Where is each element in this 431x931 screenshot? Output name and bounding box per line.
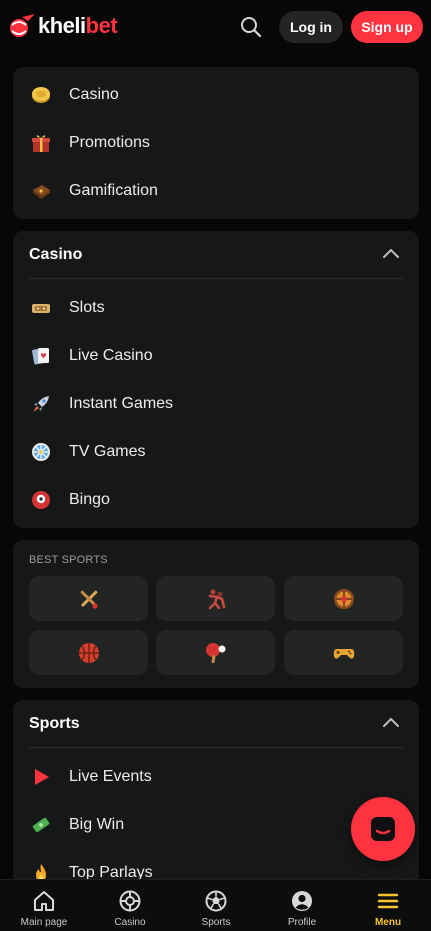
menu-item-live-events[interactable]: Live Events bbox=[13, 753, 419, 801]
nav-profile[interactable]: Profile bbox=[259, 880, 345, 931]
slot-ticket-icon bbox=[30, 297, 52, 319]
brand-logo[interactable]: khelibet bbox=[8, 13, 118, 39]
bottom-navigation: Main page Casino Sports Profile Menu bbox=[0, 879, 431, 931]
main-menu-card: Casino Promotions Gamification bbox=[13, 67, 419, 219]
play-triangle-icon bbox=[30, 766, 52, 788]
menu-item-live-casino[interactable]: Live Casino bbox=[13, 332, 419, 380]
sport-tile-basketball[interactable] bbox=[29, 630, 148, 675]
basketball-emblem-icon bbox=[333, 588, 354, 609]
menu-item-slots[interactable]: Slots bbox=[13, 284, 419, 332]
roulette-icon bbox=[118, 889, 142, 913]
bingo-ball-icon bbox=[30, 489, 52, 511]
sport-tile-cricket[interactable] bbox=[29, 576, 148, 621]
gift-box-icon bbox=[30, 132, 52, 154]
table-tennis-icon bbox=[205, 642, 225, 663]
cricket-icon bbox=[80, 590, 98, 609]
divider bbox=[29, 278, 403, 279]
brand-name: khelibet bbox=[38, 13, 118, 38]
sports-section-card: Sports Live Events Big Win Top Parlays bbox=[13, 700, 419, 900]
gold-coin-icon bbox=[30, 84, 52, 106]
wrestling-icon bbox=[208, 589, 225, 609]
sport-tile-table-tennis[interactable] bbox=[156, 630, 275, 675]
best-sports-label: BEST SPORTS bbox=[29, 554, 108, 566]
sport-tile-wrestling[interactable] bbox=[156, 576, 275, 621]
soccer-ball-icon bbox=[204, 889, 228, 913]
menu-item-instant-games[interactable]: Instant Games bbox=[13, 380, 419, 428]
menu-item-promotions[interactable]: Promotions bbox=[13, 119, 419, 167]
top-header: khelibet Log in Sign up bbox=[0, 0, 431, 56]
nav-main-page[interactable]: Main page bbox=[1, 880, 87, 931]
chevron-up-icon[interactable] bbox=[383, 717, 399, 727]
wheel-icon bbox=[30, 441, 52, 463]
logo-ball-icon bbox=[10, 14, 35, 37]
basketball-icon bbox=[78, 642, 99, 663]
signup-button[interactable]: Sign up bbox=[351, 11, 423, 43]
login-button[interactable]: Log in bbox=[279, 11, 343, 43]
casino-section-card: Casino Slots Live Casino Instant Games T… bbox=[13, 231, 419, 528]
playing-cards-icon bbox=[30, 345, 52, 367]
nav-sports[interactable]: Sports bbox=[173, 880, 259, 931]
sports-section-header[interactable]: Sports bbox=[13, 700, 419, 748]
chat-icon bbox=[371, 817, 395, 841]
section-title: Sports bbox=[29, 715, 80, 732]
menu-item-gamification[interactable]: Gamification bbox=[13, 167, 419, 215]
divider bbox=[29, 747, 403, 748]
chat-support-button[interactable] bbox=[351, 797, 415, 861]
hamburger-icon bbox=[376, 889, 400, 913]
money-icon bbox=[30, 814, 52, 836]
best-sports-card: BEST SPORTS bbox=[13, 540, 419, 688]
sport-tile-esports[interactable] bbox=[284, 630, 403, 675]
nav-casino[interactable]: Casino bbox=[87, 880, 173, 931]
profile-icon bbox=[290, 889, 314, 913]
sport-tile-basketball-emblem[interactable] bbox=[284, 576, 403, 621]
menu-item-bingo[interactable]: Bingo bbox=[13, 476, 419, 524]
nav-menu[interactable]: Menu bbox=[345, 880, 431, 931]
menu-item-tv-games[interactable]: TV Games bbox=[13, 428, 419, 476]
rocket-icon bbox=[30, 393, 52, 415]
chevron-up-icon[interactable] bbox=[383, 248, 399, 258]
menu-item-casino[interactable]: Casino bbox=[13, 71, 419, 119]
casino-section-header[interactable]: Casino bbox=[13, 231, 419, 279]
search-icon[interactable] bbox=[239, 15, 263, 39]
gamepad-icon bbox=[333, 648, 354, 659]
treasure-chest-icon bbox=[30, 180, 52, 202]
section-title: Casino bbox=[29, 246, 83, 263]
home-icon bbox=[32, 889, 56, 913]
